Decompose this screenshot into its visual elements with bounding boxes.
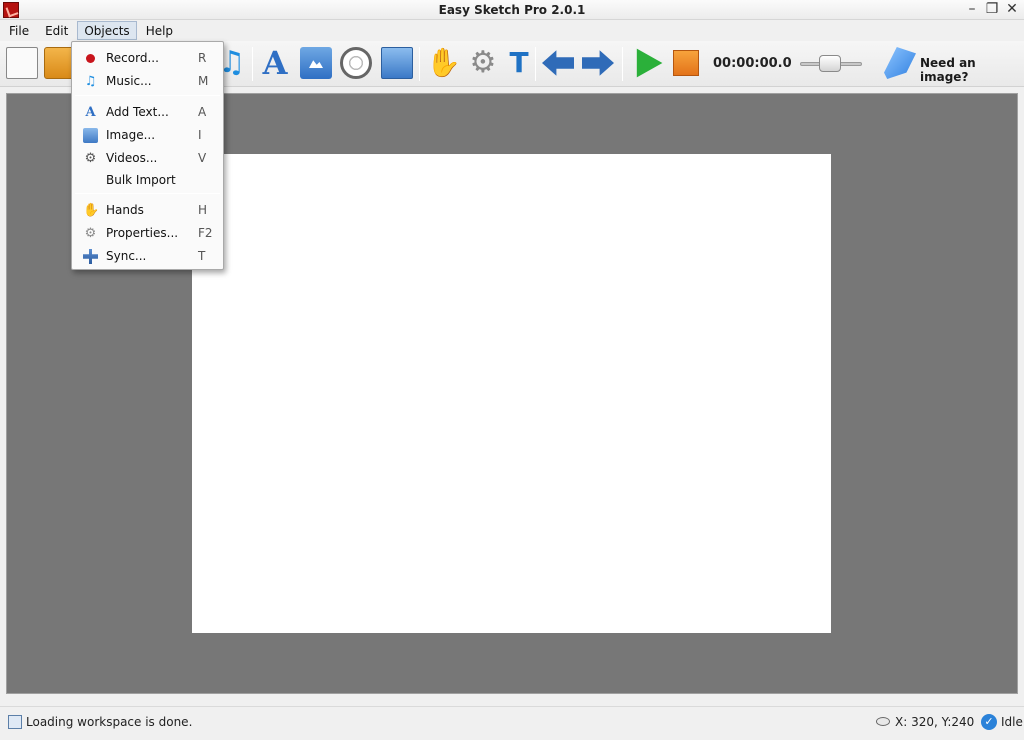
toolbar-separator — [419, 47, 420, 81]
arrow-right-icon[interactable] — [582, 50, 614, 76]
image-tool-icon[interactable] — [300, 47, 332, 79]
arrow-left-icon[interactable] — [542, 50, 574, 76]
toolbar-separator — [535, 47, 536, 81]
minimize-button[interactable]: – — [964, 1, 980, 18]
menu-objects[interactable]: Objects — [77, 21, 137, 40]
menu-item-shortcut: M — [198, 74, 209, 88]
pen-icon[interactable] — [884, 47, 916, 79]
menu-bar: File Edit Objects Help — [0, 20, 1024, 41]
new-document-icon[interactable] — [6, 47, 38, 79]
menu-file[interactable]: File — [2, 21, 36, 40]
music-icon: ♫ — [84, 74, 97, 89]
hand-icon: ✋ — [83, 203, 100, 218]
menu-item-label: Sync... — [106, 249, 147, 263]
menu-item-bulk-import[interactable]: Bulk Import — [72, 169, 223, 191]
window-controls: – ❐ ✕ — [964, 1, 1020, 18]
image-icon — [83, 128, 98, 143]
need-image-link[interactable]: Need an image? — [920, 56, 1024, 84]
status-bar: Loading workspace is done. X: 320, Y:240… — [0, 706, 1024, 736]
sketch-canvas[interactable] — [192, 154, 831, 633]
menu-item-add-text[interactable]: A Add Text... A — [72, 101, 223, 123]
menu-item-videos[interactable]: ⚙ Videos... V — [72, 147, 223, 169]
menu-item-label: Bulk Import — [106, 173, 176, 187]
menu-item-label: Add Text... — [106, 105, 169, 119]
menu-separator — [75, 95, 220, 96]
close-button[interactable]: ✕ — [1004, 1, 1020, 18]
menu-item-properties[interactable]: ⚙ Properties... F2 — [72, 222, 223, 244]
properties-tool-icon[interactable]: ⚙ — [467, 47, 499, 79]
check-icon: ✓ — [981, 714, 997, 730]
sync-text-tool-icon[interactable]: T — [503, 47, 535, 79]
menu-separator — [75, 193, 220, 194]
workspace-status-icon — [8, 715, 22, 729]
status-state: Idle — [1001, 715, 1023, 729]
menu-item-shortcut: I — [198, 128, 202, 142]
text-icon: A — [85, 105, 96, 120]
menu-item-music[interactable]: ♫ Music... M — [72, 70, 223, 92]
toolbar-separator — [252, 47, 253, 81]
menu-item-label: Hands — [106, 203, 144, 217]
menu-item-shortcut: V — [198, 151, 207, 165]
menu-item-sync[interactable]: Sync... T — [72, 245, 223, 267]
add-text-tool-icon[interactable]: A — [259, 47, 291, 79]
menu-edit[interactable]: Edit — [38, 21, 75, 40]
menu-item-shortcut: R — [198, 51, 207, 65]
zoom-slider-thumb[interactable] — [819, 55, 841, 72]
menu-item-record[interactable]: Record... R — [72, 47, 223, 69]
menu-item-shortcut: A — [198, 105, 207, 119]
menu-item-label: Music... — [106, 74, 152, 88]
play-icon[interactable] — [636, 48, 663, 78]
menu-item-shortcut: T — [198, 249, 206, 263]
menu-item-label: Record... — [106, 51, 159, 65]
menu-item-image[interactable]: Image... I — [72, 124, 223, 146]
sync-icon — [83, 249, 98, 264]
menu-item-shortcut: H — [198, 203, 208, 217]
objects-menu: Record... R ♫ Music... M A Add Text... A… — [71, 41, 224, 270]
mouse-icon — [876, 717, 890, 726]
title-bar: Easy Sketch Pro 2.0.1 – ❐ ✕ — [0, 0, 1024, 20]
hand-tool-icon[interactable]: ✋ — [426, 47, 461, 79]
gear-icon: ⚙ — [84, 226, 97, 241]
menu-item-label: Properties... — [106, 226, 179, 240]
cursor-coordinates: X: 320, Y:240 — [895, 715, 975, 729]
import-tool-icon[interactable] — [381, 47, 413, 79]
video-icon: ⚙ — [84, 151, 97, 166]
video-tool-icon[interactable] — [340, 47, 372, 79]
menu-item-shortcut: F2 — [198, 226, 213, 240]
toolbar-separator — [622, 47, 623, 81]
menu-help[interactable]: Help — [139, 21, 180, 40]
record-icon — [86, 54, 95, 63]
menu-item-label: Videos... — [106, 151, 158, 165]
window-title: Easy Sketch Pro 2.0.1 — [438, 3, 586, 17]
stop-icon[interactable] — [673, 50, 699, 76]
status-message: Loading workspace is done. — [26, 715, 193, 729]
menu-item-label: Image... — [106, 128, 156, 142]
restore-button[interactable]: ❐ — [984, 1, 1000, 18]
menu-item-hands[interactable]: ✋ Hands H — [72, 199, 223, 221]
playback-timer: 00:00:00.0 — [713, 56, 792, 71]
